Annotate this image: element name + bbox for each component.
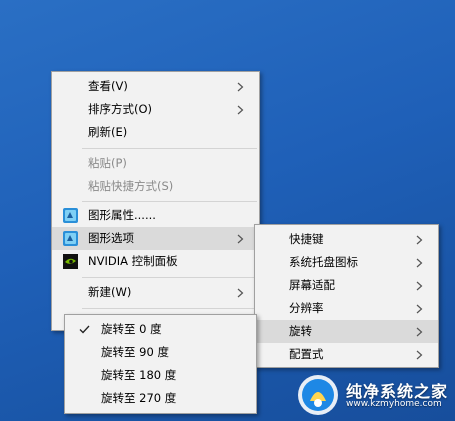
watermark-url: www.kzmyhome.com <box>346 399 442 409</box>
chevron-right-icon <box>416 343 426 366</box>
menu-item-paste: 粘贴(P) <box>52 152 259 175</box>
submenu-item-tray-icon[interactable]: 系统托盘图标 <box>255 251 438 274</box>
rotation-item-180[interactable]: 旋转至 180 度 <box>65 364 256 387</box>
watermark-emblem-icon <box>298 375 338 415</box>
menu-item-graphics-properties-label: 图形属性...... <box>88 208 156 222</box>
intel-graphics-icon <box>63 208 78 223</box>
menu-item-graphics-properties[interactable]: 图形属性...... <box>52 204 259 227</box>
chevron-right-icon <box>237 227 247 250</box>
rotation-item-270-label: 旋转至 270 度 <box>101 391 177 405</box>
submenu-item-screen-fit-label: 屏幕适配 <box>289 278 335 292</box>
menu-item-graphics-options[interactable]: 图形选项 <box>52 227 259 250</box>
menu-item-graphics-options-label: 图形选项 <box>88 231 134 245</box>
menu-separator <box>82 148 257 149</box>
chevron-right-icon <box>416 274 426 297</box>
menu-item-view[interactable]: 查看(V) <box>52 75 259 98</box>
submenu-item-profiles[interactable]: 配置式 <box>255 343 438 366</box>
menu-item-nvidia[interactable]: NVIDIA 控制面板 <box>52 250 259 273</box>
submenu-item-resolution[interactable]: 分辨率 <box>255 297 438 320</box>
intel-graphics-icon <box>63 231 78 246</box>
rotation-item-180-label: 旋转至 180 度 <box>101 368 177 382</box>
chevron-right-icon <box>237 98 247 121</box>
submenu-item-rotation-label: 旋转 <box>289 324 312 338</box>
menu-separator <box>82 277 257 278</box>
menu-item-new-label: 新建(W) <box>88 285 132 299</box>
submenu-item-hotkeys-label: 快捷键 <box>289 232 324 246</box>
submenu-item-resolution-label: 分辨率 <box>289 301 324 315</box>
graphics-options-submenu: 快捷键 系统托盘图标 屏幕适配 分辨率 旋转 配置式 <box>254 224 439 368</box>
chevron-right-icon <box>416 297 426 320</box>
menu-item-sort-label: 排序方式(O) <box>88 102 153 116</box>
chevron-right-icon <box>416 251 426 274</box>
watermark-logo: 纯净系统之家 www.kzmyhome.com <box>294 372 454 418</box>
menu-separator <box>82 308 257 309</box>
nvidia-icon <box>63 254 78 269</box>
menu-item-paste-label: 粘贴(P) <box>88 156 127 170</box>
rotation-item-0-label: 旋转至 0 度 <box>101 322 162 336</box>
rotation-item-90-label: 旋转至 90 度 <box>101 345 169 359</box>
rotation-submenu: 旋转至 0 度 旋转至 90 度 旋转至 180 度 旋转至 270 度 <box>64 314 257 414</box>
menu-item-paste-shortcut-label: 粘贴快捷方式(S) <box>88 179 174 193</box>
menu-item-refresh-label: 刷新(E) <box>88 125 128 139</box>
menu-separator <box>82 201 257 202</box>
submenu-item-rotation[interactable]: 旋转 <box>255 320 438 343</box>
menu-item-new[interactable]: 新建(W) <box>52 281 259 304</box>
submenu-item-screen-fit[interactable]: 屏幕适配 <box>255 274 438 297</box>
chevron-right-icon <box>416 228 426 251</box>
menu-item-nvidia-label: NVIDIA 控制面板 <box>88 254 178 268</box>
rotation-item-90[interactable]: 旋转至 90 度 <box>65 341 256 364</box>
checkmark-icon <box>79 318 91 341</box>
chevron-right-icon <box>416 320 426 343</box>
desktop-context-menu: 查看(V) 排序方式(O) 刷新(E) 粘贴(P) 粘贴快捷方式(S) 图形属性… <box>51 71 260 331</box>
menu-item-paste-shortcut: 粘贴快捷方式(S) <box>52 175 259 198</box>
chevron-right-icon <box>237 281 247 304</box>
submenu-item-hotkeys[interactable]: 快捷键 <box>255 228 438 251</box>
menu-item-refresh[interactable]: 刷新(E) <box>52 121 259 144</box>
chevron-right-icon <box>237 75 247 98</box>
rotation-item-270[interactable]: 旋转至 270 度 <box>65 387 256 410</box>
submenu-item-tray-icon-label: 系统托盘图标 <box>289 255 358 269</box>
menu-item-sort[interactable]: 排序方式(O) <box>52 98 259 121</box>
menu-item-view-label: 查看(V) <box>88 79 128 93</box>
rotation-item-0[interactable]: 旋转至 0 度 <box>65 318 256 341</box>
submenu-item-profiles-label: 配置式 <box>289 347 324 361</box>
